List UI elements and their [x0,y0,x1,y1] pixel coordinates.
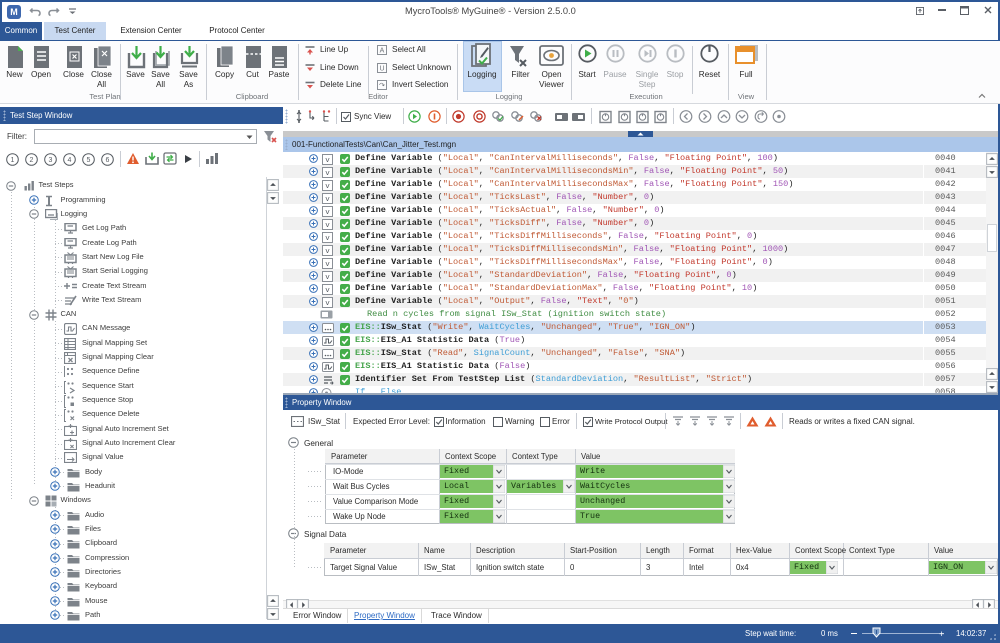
svg-text:U: U [379,65,384,72]
svg-text:6: 6 [105,157,109,164]
svg-text:v: v [325,183,330,191]
svg-text:v: v [325,300,330,308]
svg-text:↷: ↷ [379,83,385,90]
svg-text:v: v [325,222,330,230]
svg-text:v: v [325,170,330,178]
svg-text:v: v [325,248,330,256]
svg-text:4: 4 [67,157,71,164]
svg-text:v: v [325,261,330,269]
svg-text:1: 1 [10,157,14,164]
svg-text:v: v [325,196,330,204]
svg-text:v: v [325,235,330,243]
svg-text:2: 2 [29,157,33,164]
svg-text:A: A [380,48,385,55]
svg-text:v: v [325,209,330,217]
svg-text:v: v [325,274,330,282]
svg-text:5: 5 [86,157,90,164]
svg-text:3: 3 [48,157,52,164]
svg-text:v: v [325,157,330,165]
svg-text:v: v [325,287,330,295]
